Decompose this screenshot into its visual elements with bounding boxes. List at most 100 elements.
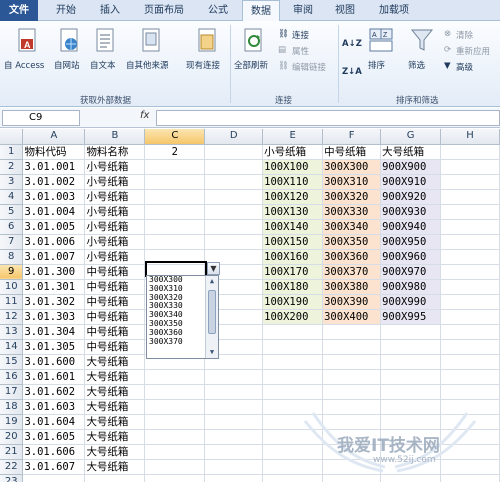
column-header-e[interactable]: E <box>262 129 324 145</box>
cell-b[interactable]: 物料名称 <box>84 144 146 160</box>
cell-a[interactable]: 3.01.001 <box>22 159 86 175</box>
tab-home[interactable]: 开始 <box>46 0 86 21</box>
cell-h[interactable] <box>440 309 500 325</box>
cell-a[interactable]: 3.01.601 <box>22 369 86 385</box>
row-header[interactable]: 8 <box>0 249 24 265</box>
cell-a[interactable]: 3.01.607 <box>22 459 86 475</box>
row-header[interactable]: 1 <box>0 144 24 160</box>
cell-h[interactable] <box>440 234 500 250</box>
from-other-sources-button[interactable]: 自其他来源 <box>124 25 180 87</box>
cell-a[interactable]: 3.01.304 <box>22 324 86 340</box>
cell-e[interactable]: 100X190 <box>262 294 324 310</box>
cell-b[interactable]: 中号纸箱 <box>84 339 146 355</box>
tab-insert[interactable]: 插入 <box>90 0 130 21</box>
row-header[interactable]: 19 <box>0 414 24 430</box>
cell-a[interactable]: 3.01.004 <box>22 204 86 220</box>
cell-d[interactable] <box>204 144 264 160</box>
dropdown-scrollbar[interactable]: ▲ ▼ <box>205 276 218 358</box>
row-header[interactable]: 12 <box>0 309 24 325</box>
cell-a[interactable] <box>22 474 86 482</box>
refresh-all-button[interactable]: 全部刷新 <box>232 25 276 87</box>
cell-g[interactable]: 900X990 <box>380 294 442 310</box>
cell-f[interactable]: 300X330 <box>322 204 382 220</box>
cell-f[interactable] <box>322 354 382 370</box>
cell-e[interactable]: 100X120 <box>262 189 324 205</box>
cell-b[interactable]: 大号纸箱 <box>84 369 146 385</box>
column-header-a[interactable]: A <box>22 129 86 145</box>
cell-a[interactable]: 3.01.605 <box>22 429 86 445</box>
cell-f[interactable]: 300X370 <box>322 264 382 280</box>
cell-g[interactable]: 900X930 <box>380 204 442 220</box>
cell-b[interactable]: 中号纸箱 <box>84 264 146 280</box>
tab-page-layout[interactable]: 页面布局 <box>134 0 194 21</box>
row-header[interactable]: 5 <box>0 204 24 220</box>
cell-b[interactable]: 大号纸箱 <box>84 444 146 460</box>
cell-f[interactable]: 300X350 <box>322 234 382 250</box>
cell-d[interactable] <box>204 204 264 220</box>
cell-e[interactable]: 100X160 <box>262 249 324 265</box>
cell-c[interactable] <box>144 414 206 430</box>
cell-d[interactable] <box>204 414 264 430</box>
cell-g[interactable]: 900X950 <box>380 234 442 250</box>
cell-b[interactable]: 小号纸箱 <box>84 189 146 205</box>
row-header[interactable]: 18 <box>0 399 24 415</box>
cell-h[interactable] <box>440 204 500 220</box>
cell-h[interactable] <box>440 279 500 295</box>
cell-h[interactable] <box>440 354 500 370</box>
cell-g[interactable] <box>380 324 442 340</box>
scroll-down-icon[interactable]: ▼ <box>207 348 217 357</box>
cell-f[interactable]: 中号纸箱 <box>322 144 382 160</box>
edit-links-button[interactable]: ⛓ 编辑链接 <box>278 61 338 75</box>
cell-c[interactable] <box>144 444 206 460</box>
cell-e[interactable] <box>262 369 324 385</box>
cell-b[interactable]: 大号纸箱 <box>84 399 146 415</box>
cell-a[interactable]: 3.01.600 <box>22 354 86 370</box>
row-header[interactable]: 20 <box>0 429 24 445</box>
cell-a[interactable]: 3.01.002 <box>22 174 86 190</box>
cell-d[interactable] <box>204 474 264 482</box>
cell-e[interactable]: 100X180 <box>262 279 324 295</box>
cell-f[interactable] <box>322 384 382 400</box>
tab-add-ins[interactable]: 加载项 <box>368 0 420 21</box>
cell-d[interactable] <box>204 369 264 385</box>
cell-c[interactable] <box>144 369 206 385</box>
row-header[interactable]: 23 <box>0 474 24 482</box>
column-header-c[interactable]: C <box>144 129 206 145</box>
cell-b[interactable]: 小号纸箱 <box>84 174 146 190</box>
cell-c[interactable] <box>144 204 206 220</box>
sort-button[interactable]: AZ 排序 <box>364 25 398 87</box>
cell-f[interactable]: 300X340 <box>322 219 382 235</box>
cell-d[interactable] <box>204 459 264 475</box>
cell-d[interactable] <box>204 429 264 445</box>
cell-g[interactable]: 大号纸箱 <box>380 144 442 160</box>
dropdown-arrow-button[interactable]: ▼ <box>207 262 220 275</box>
insert-function-icon[interactable]: fx <box>140 110 149 121</box>
select-all-corner[interactable] <box>0 129 24 145</box>
cell-a[interactable]: 3.01.007 <box>22 249 86 265</box>
cell-c[interactable] <box>144 474 206 482</box>
cell-c[interactable] <box>144 159 206 175</box>
row-header[interactable]: 11 <box>0 294 24 310</box>
existing-connections-button[interactable]: 现有连接 <box>184 25 228 87</box>
cell-d[interactable] <box>204 159 264 175</box>
cell-g[interactable] <box>380 354 442 370</box>
formula-input[interactable] <box>156 110 500 126</box>
cell-b[interactable]: 小号纸箱 <box>84 219 146 235</box>
cell-a[interactable]: 3.01.302 <box>22 294 86 310</box>
cell-e[interactable] <box>262 324 324 340</box>
sort-descending-button[interactable]: Z↓A <box>342 59 362 77</box>
column-header-g[interactable]: G <box>380 129 442 145</box>
cell-b[interactable]: 小号纸箱 <box>84 204 146 220</box>
cell-f[interactable]: 300X310 <box>322 174 382 190</box>
cell-e[interactable]: 100X110 <box>262 174 324 190</box>
cell-f[interactable] <box>322 339 382 355</box>
cell-d[interactable] <box>204 384 264 400</box>
column-header-d[interactable]: D <box>204 129 264 145</box>
cell-h[interactable] <box>440 219 500 235</box>
cell-f[interactable]: 300X300 <box>322 159 382 175</box>
filter-button[interactable]: 筛选 <box>404 25 440 87</box>
scroll-up-icon[interactable]: ▲ <box>207 277 217 286</box>
cell-b[interactable]: 中号纸箱 <box>84 324 146 340</box>
cell-a[interactable]: 3.01.602 <box>22 384 86 400</box>
cell-c[interactable] <box>144 174 206 190</box>
